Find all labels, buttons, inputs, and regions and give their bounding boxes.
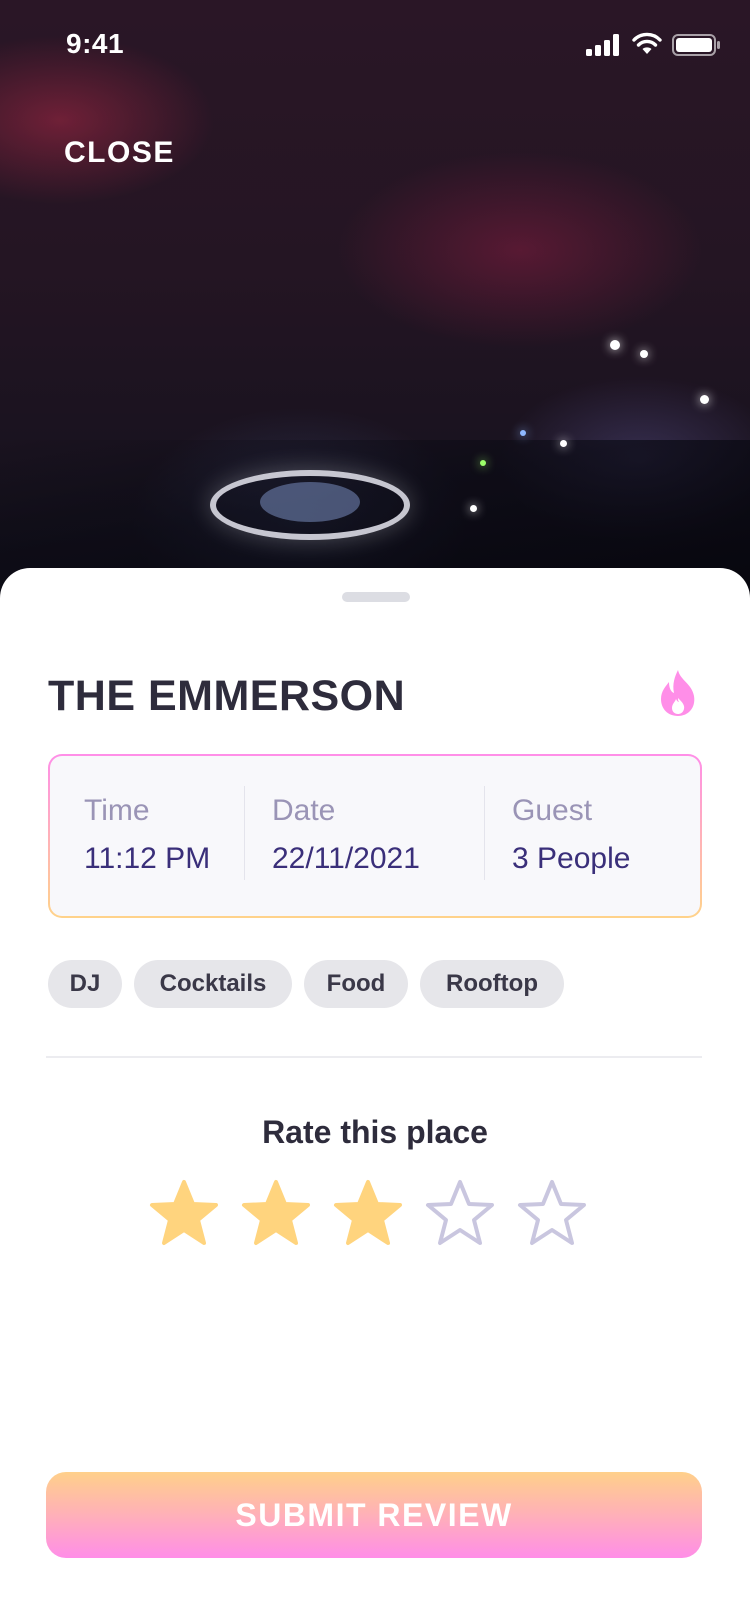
deck-light (520, 430, 526, 436)
wifi-icon (632, 32, 662, 54)
star-rating (0, 1176, 750, 1252)
booking-date: Date 22/11/2021 (246, 756, 476, 916)
battery-icon (672, 34, 720, 56)
star-empty-icon[interactable] (514, 1176, 590, 1252)
rate-title: Rate this place (262, 1114, 488, 1150)
drag-handle[interactable] (342, 592, 410, 602)
close-button[interactable]: CLOSE (64, 136, 175, 170)
booking-date-value: 22/11/2021 (272, 842, 420, 875)
booking-time-label: Time (84, 794, 150, 827)
star-filled-icon[interactable] (238, 1176, 314, 1252)
status-time: 9:41 (66, 28, 125, 59)
tag-cocktails[interactable]: Cocktails (134, 960, 292, 1008)
star-filled-icon[interactable] (330, 1176, 406, 1252)
review-sheet: THE EMMERSON Time 11:12 PM Date 22/11/20… (0, 568, 750, 1624)
booking-time-value: 11:12 PM (84, 842, 211, 875)
deck-light (480, 460, 486, 466)
booking-info-card: Time 11:12 PM Date 22/11/2021 Guest 3 Pe… (48, 754, 702, 918)
divider (484, 786, 485, 880)
booking-guest-label: Guest (512, 794, 593, 827)
booking-guest-value: 3 People (512, 842, 631, 875)
venue-title: THE EMMERSON (48, 672, 406, 720)
booking-time: Time 11:12 PM (50, 756, 240, 916)
deck-light (640, 350, 648, 358)
tag-dj[interactable]: DJ (48, 960, 122, 1008)
fire-icon (661, 670, 695, 716)
status-bar: 9:41 (0, 0, 750, 90)
turntable-platter (260, 482, 360, 522)
tag-food[interactable]: Food (304, 960, 408, 1008)
booking-guest: Guest 3 People (486, 756, 700, 916)
deck-light (470, 505, 477, 512)
section-divider (46, 1056, 702, 1058)
divider (244, 786, 245, 880)
deck-light (700, 395, 709, 404)
star-filled-icon[interactable] (146, 1176, 222, 1252)
deck-light (610, 340, 620, 350)
deck-light (560, 440, 567, 447)
booking-date-label: Date (272, 794, 336, 827)
tag-rooftop[interactable]: Rooftop (420, 960, 564, 1008)
hero-image: 9:41 CLOSE (0, 0, 750, 600)
star-empty-icon[interactable] (422, 1176, 498, 1252)
submit-review-button[interactable]: SUBMIT REVIEW (46, 1472, 702, 1558)
cellular-signal-icon (586, 34, 619, 56)
